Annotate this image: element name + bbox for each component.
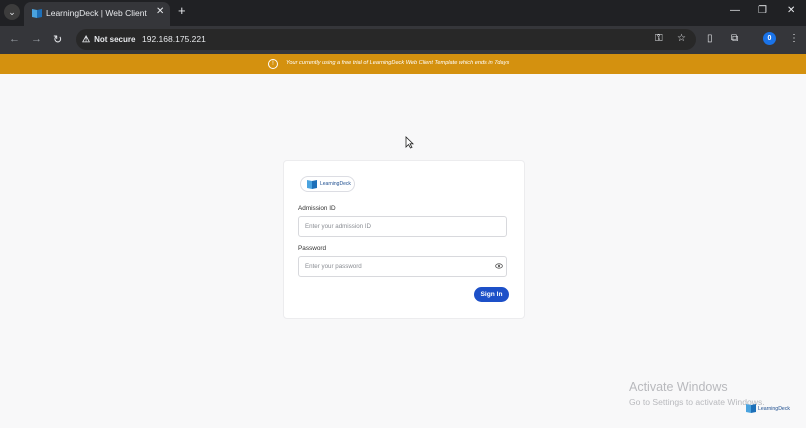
trial-banner-text: Your currently using a free trial of Lea… (286, 60, 510, 66)
learningdeck-favicon-icon (32, 9, 42, 18)
tab-strip: ⌄ LearningDeck | Web Client ✕ + — ❐ ✕ (0, 0, 806, 26)
corner-logo-text: LearningDeck (758, 405, 791, 412)
browser-toolbar: ← → ↻ ⚠ Not secure 192.168.175.221 ⚿ ☆ ▯… (0, 26, 806, 54)
learningdeck-logo: LearningDeck (300, 176, 355, 192)
logo-text: LearningDeck (320, 181, 351, 187)
profile-avatar[interactable]: 0 (763, 32, 776, 45)
admission-id-input[interactable] (298, 216, 507, 237)
address-bar[interactable]: ⚠ Not secure 192.168.175.221 ⚿ ☆ (76, 29, 696, 50)
more-menu-icon[interactable]: ⋮ (789, 33, 799, 44)
info-circle-icon: ! (268, 59, 278, 69)
minimize-icon[interactable]: — (730, 5, 740, 16)
plus-icon[interactable]: + (178, 3, 186, 18)
login-card: LearningDeck Admission ID Password Sign … (283, 160, 525, 319)
tab-title: LearningDeck | Web Client (46, 8, 147, 18)
mouse-cursor-icon (405, 136, 414, 149)
tab-learningdeck[interactable]: LearningDeck | Web Client ✕ (24, 2, 170, 26)
extensions-puzzle-icon[interactable]: ⧉ (731, 33, 738, 44)
reload-icon[interactable]: ↻ (53, 33, 62, 46)
tab-search-chevron-icon[interactable]: ⌄ (4, 4, 20, 20)
close-icon[interactable]: ✕ (156, 6, 164, 17)
admission-id-label: Admission ID (298, 205, 336, 212)
forward-arrow-icon[interactable]: → (31, 33, 42, 45)
corner-book-logo-icon (746, 404, 756, 413)
warning-triangle-icon: ⚠ (82, 34, 91, 44)
security-label: Not secure (94, 35, 136, 44)
security-chip[interactable]: ⚠ Not secure (82, 32, 135, 47)
password-key-icon[interactable]: ⚿ (655, 33, 663, 44)
back-arrow-icon[interactable]: ← (9, 33, 20, 45)
password-label: Password (298, 245, 327, 252)
sign-in-button[interactable]: Sign In (474, 287, 509, 302)
bookmark-star-icon[interactable]: ☆ (677, 33, 686, 44)
activate-windows-title: Activate Windows (629, 380, 728, 394)
password-input[interactable] (298, 256, 507, 277)
trial-banner: ! Your currently using a free trial of L… (0, 54, 806, 74)
url-text[interactable]: 192.168.175.221 (142, 34, 206, 44)
corner-logo: LearningDeck (746, 404, 790, 413)
restore-icon[interactable]: ❐ (758, 5, 767, 16)
activate-windows-subtitle: Go to Settings to activate Windows. (629, 397, 765, 407)
window-close-icon[interactable]: ✕ (787, 5, 795, 16)
book-logo-icon (307, 180, 317, 189)
reading-mode-icon[interactable]: ▯ (707, 33, 713, 44)
eye-icon[interactable] (495, 262, 503, 270)
